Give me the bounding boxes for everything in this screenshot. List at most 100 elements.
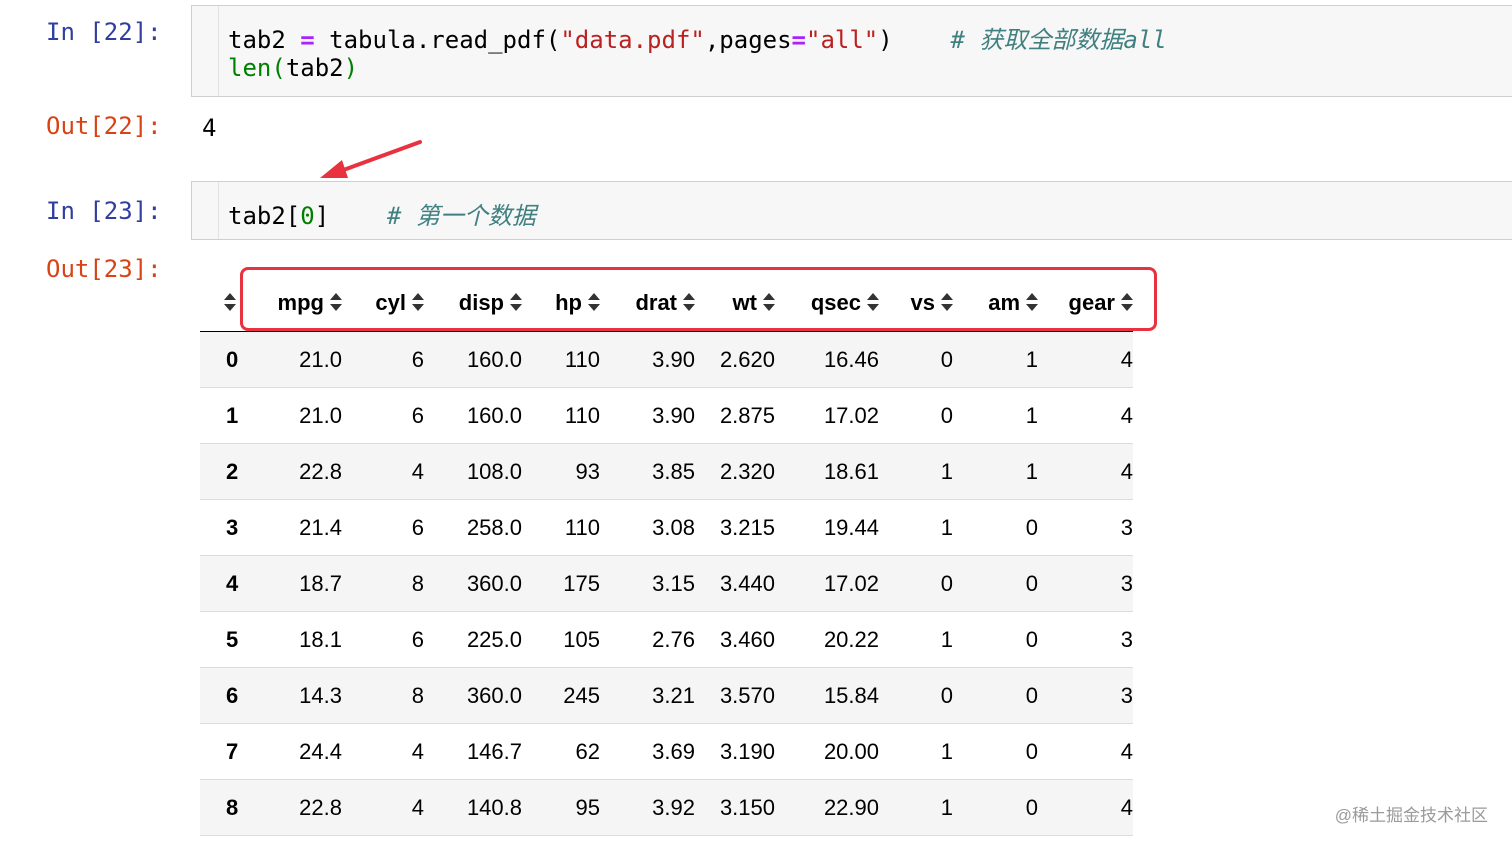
table-cell-drat: 3.90 xyxy=(600,387,695,444)
table-cell-cyl: 6 xyxy=(342,331,424,388)
table-cell-vs: 0 xyxy=(879,387,953,444)
table-cell-disp: 108.0 xyxy=(424,443,522,500)
code-cell-23[interactable]: tab2[0] # 第一个数据 xyxy=(191,181,1512,240)
table-cell-vs: 0 xyxy=(879,555,953,612)
table-cell-disp: 360.0 xyxy=(424,555,522,612)
table-cell-wt: 3.570 xyxy=(695,667,775,724)
table-cell-gear: 4 xyxy=(1038,387,1133,444)
table-cell-gear: 3 xyxy=(1038,555,1133,612)
table-cell-gear: 4 xyxy=(1038,443,1133,500)
table-cell-vs: 1 xyxy=(879,499,953,556)
table-cell-wt: 2.875 xyxy=(695,387,775,444)
table-cell-drat: 3.85 xyxy=(600,443,695,500)
table-cell-cyl: 6 xyxy=(342,499,424,556)
table-cell-mpg: 22.8 xyxy=(242,779,342,836)
table-cell-cyl: 4 xyxy=(342,779,424,836)
table-cell-cyl: 8 xyxy=(342,555,424,612)
table-cell-drat: 3.92 xyxy=(600,779,695,836)
row-index: 6 xyxy=(200,667,242,724)
red-arrow-icon xyxy=(320,140,422,178)
column-highlight-box xyxy=(240,267,1157,331)
row-index: 1 xyxy=(200,387,242,444)
table-cell-drat: 3.08 xyxy=(600,499,695,556)
table-cell-cyl: 6 xyxy=(342,611,424,668)
row-index: 3 xyxy=(200,499,242,556)
table-cell-mpg: 21.0 xyxy=(242,331,342,388)
table-cell-cyl: 4 xyxy=(342,723,424,780)
table-cell-am: 1 xyxy=(953,331,1038,388)
table-cell-mpg: 18.7 xyxy=(242,555,342,612)
row-index: 7 xyxy=(200,723,242,780)
table-cell-disp: 225.0 xyxy=(424,611,522,668)
table-cell-qsec: 15.84 xyxy=(775,667,879,724)
table-cell-vs: 1 xyxy=(879,443,953,500)
table-cell-hp: 110 xyxy=(522,499,600,556)
out-prompt-22: Out[22]: xyxy=(46,112,162,140)
cell-gutter xyxy=(192,182,219,239)
table-row: 4 18.7 8 360.0 175 3.15 3.440 17.02 0 0 3 xyxy=(200,555,1133,612)
row-index: 2 xyxy=(200,443,242,500)
table-cell-disp: 146.7 xyxy=(424,723,522,780)
watermark: @稀土掘金技术社区 xyxy=(1334,806,1488,825)
table-cell-mpg: 22.8 xyxy=(242,443,342,500)
out-prompt-23: Out[23]: xyxy=(46,255,162,283)
table-cell-drat: 3.21 xyxy=(600,667,695,724)
table-cell-hp: 62 xyxy=(522,723,600,780)
table-cell-gear: 4 xyxy=(1038,723,1133,780)
code-comment: # 第一个数据 xyxy=(386,202,536,230)
table-cell-mpg: 21.0 xyxy=(242,387,342,444)
table-cell-cyl: 8 xyxy=(342,667,424,724)
table-cell-wt: 3.150 xyxy=(695,779,775,836)
table-cell-gear: 3 xyxy=(1038,611,1133,668)
table-row: 6 14.3 8 360.0 245 3.21 3.570 15.84 0 0 3 xyxy=(200,667,1133,724)
table-cell-am: 0 xyxy=(953,723,1038,780)
table-cell-am: 0 xyxy=(953,611,1038,668)
table-cell-am: 0 xyxy=(953,499,1038,556)
table-cell-disp: 160.0 xyxy=(424,387,522,444)
code-cell-22[interactable]: tab2 = tabula.read_pdf("data.pdf",pages=… xyxy=(191,5,1512,97)
table-cell-qsec: 22.90 xyxy=(775,779,879,836)
table-cell-mpg: 21.4 xyxy=(242,499,342,556)
table-cell-hp: 175 xyxy=(522,555,600,612)
table-row: 8 22.8 4 140.8 95 3.92 3.150 22.90 1 0 4 xyxy=(200,779,1133,836)
sort-arrows-icon[interactable] xyxy=(224,293,236,312)
table-cell-vs: 0 xyxy=(879,667,953,724)
table-cell-qsec: 17.02 xyxy=(775,387,879,444)
table-cell-drat: 2.76 xyxy=(600,611,695,668)
table-cell-cyl: 6 xyxy=(342,387,424,444)
table-body: 0 21.0 6 160.0 110 3.90 2.620 16.46 0 1 4 1 21.0 6 160… xyxy=(200,331,1133,836)
table-cell-disp: 160.0 xyxy=(424,331,522,388)
row-index: 4 xyxy=(200,555,242,612)
table-cell-drat: 3.90 xyxy=(600,331,695,388)
table-cell-qsec: 19.44 xyxy=(775,499,879,556)
index-header[interactable] xyxy=(200,275,242,332)
row-index: 8 xyxy=(200,779,242,836)
table-cell-disp: 258.0 xyxy=(424,499,522,556)
row-index: 5 xyxy=(200,611,242,668)
table-cell-hp: 105 xyxy=(522,611,600,668)
code-line-1: tab2 = tabula.read_pdf("data.pdf",pages=… xyxy=(228,26,1167,54)
code-line-2: len(tab2) xyxy=(228,54,359,82)
table-cell-disp: 140.8 xyxy=(424,779,522,836)
table-cell-wt: 3.440 xyxy=(695,555,775,612)
table-cell-am: 0 xyxy=(953,667,1038,724)
table-cell-hp: 95 xyxy=(522,779,600,836)
table-cell-mpg: 18.1 xyxy=(242,611,342,668)
table-cell-hp: 245 xyxy=(522,667,600,724)
table-cell-qsec: 16.46 xyxy=(775,331,879,388)
table-cell-hp: 110 xyxy=(522,331,600,388)
table-cell-drat: 3.69 xyxy=(600,723,695,780)
table-cell-hp: 110 xyxy=(522,387,600,444)
table-cell-wt: 3.460 xyxy=(695,611,775,668)
table-cell-cyl: 4 xyxy=(342,443,424,500)
table-cell-am: 1 xyxy=(953,387,1038,444)
table-cell-mpg: 14.3 xyxy=(242,667,342,724)
table-cell-qsec: 20.00 xyxy=(775,723,879,780)
table-cell-am: 0 xyxy=(953,779,1038,836)
output-22: 4 xyxy=(202,114,217,142)
table-cell-gear: 3 xyxy=(1038,499,1133,556)
table-cell-am: 1 xyxy=(953,443,1038,500)
table-cell-vs: 1 xyxy=(879,723,953,780)
dataframe-table: mpg cyl disp hp drat wt qsec vs am gear … xyxy=(200,275,1133,836)
table-row: 1 21.0 6 160.0 110 3.90 2.875 17.02 0 1 4 xyxy=(200,387,1133,444)
